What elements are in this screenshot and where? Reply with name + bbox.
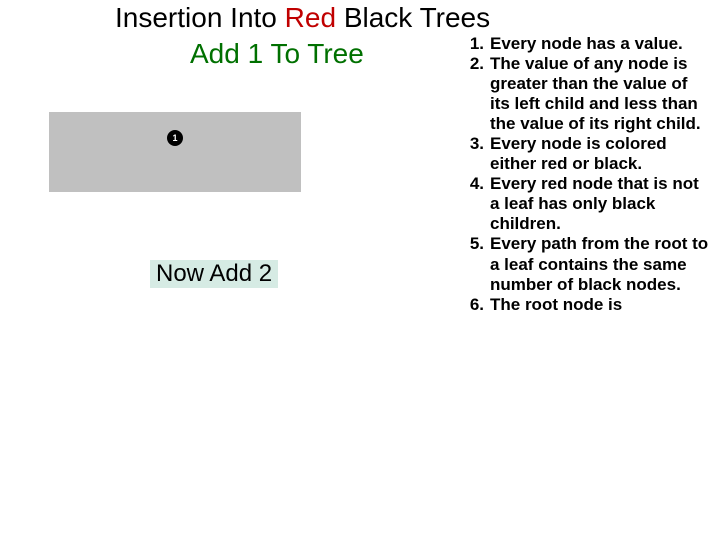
page-title: Insertion Into Red Black Trees — [0, 2, 720, 34]
rule-text: Every node is colored either red or blac… — [490, 134, 710, 174]
rule-text: The value of any node is greater than th… — [490, 54, 710, 134]
rule-text: The root node is — [490, 295, 710, 315]
rule-text: Every red node that is not a leaf has on… — [490, 174, 710, 234]
rule-number: 3. — [460, 134, 490, 174]
rule-number: 2. — [460, 54, 490, 134]
title-suffix: Trees — [420, 2, 491, 33]
title-red: Red — [285, 2, 344, 33]
rule-item: 5. Every path from the root to a leaf co… — [460, 234, 710, 294]
slide: Insertion Into Red Black Trees Add 1 To … — [0, 0, 720, 540]
rule-number: 1. — [460, 34, 490, 54]
title-black: Black — [344, 2, 420, 33]
rule-text: Every node has a value. — [490, 34, 710, 54]
now-add-label: Now Add 2 — [150, 260, 278, 288]
rule-number: 5. — [460, 234, 490, 294]
title-prefix: Insertion Into — [115, 2, 285, 33]
rule-text: Every path from the root to a leaf conta… — [490, 234, 710, 294]
tree-node: 1 — [167, 130, 183, 146]
rule-item: 1. Every node has a value. — [460, 34, 710, 54]
rules-list: 1. Every node has a value. 2. The value … — [460, 34, 710, 315]
rule-item: 2. The value of any node is greater than… — [460, 54, 710, 134]
rule-number: 4. — [460, 174, 490, 234]
subtitle: Add 1 To Tree — [190, 38, 364, 70]
rule-item: 4. Every red node that is not a leaf has… — [460, 174, 710, 234]
tree-diagram: 1 — [49, 112, 301, 192]
rule-item: 3. Every node is colored either red or b… — [460, 134, 710, 174]
rule-item: 6. The root node is — [460, 295, 710, 315]
rule-number: 6. — [460, 295, 490, 315]
